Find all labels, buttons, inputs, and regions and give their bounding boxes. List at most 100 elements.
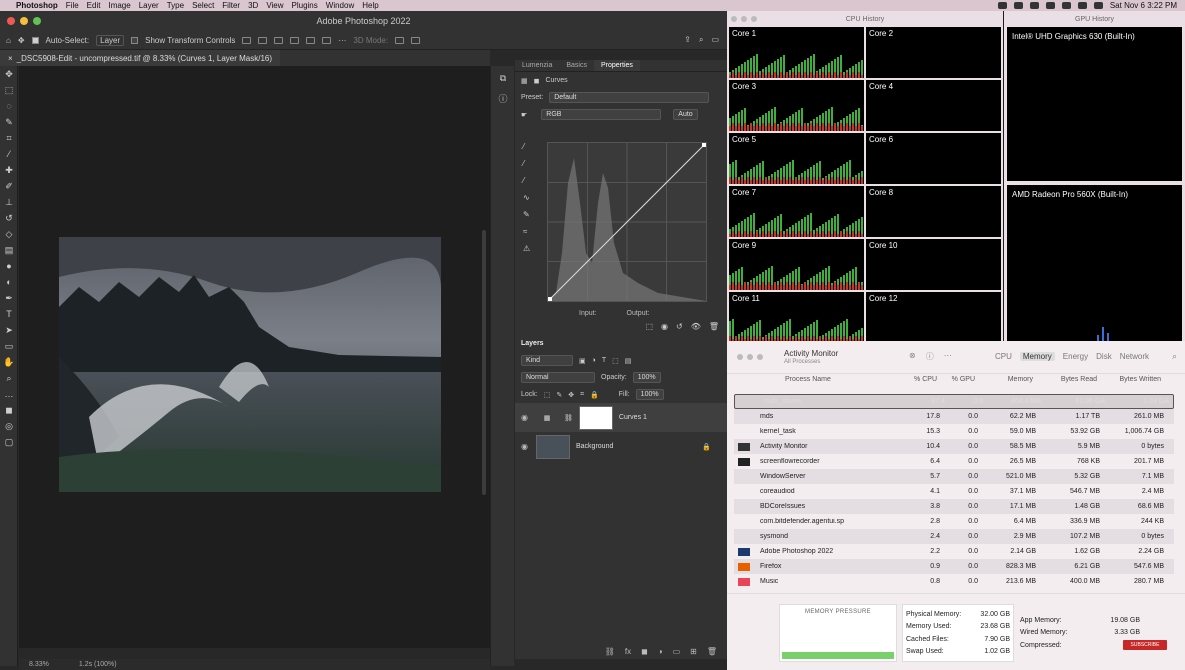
table-row[interactable]: Activity Monitor 10.4 0.0 58.5 MB 5.9 MB 0 by… [734,439,1174,454]
align-center-icon[interactable] [258,36,268,44]
canvas-area[interactable] [19,66,490,648]
crop-tool-icon[interactable]: ⌗ [0,130,18,146]
table-row[interactable]: kernel_task 15.3 0.0 59.0 MB 53.92 GB 1,006.7… [734,424,1174,439]
align-middle-icon[interactable] [306,36,316,44]
adjustment-icon[interactable]: ▦ [521,77,528,85]
table-row[interactable]: Adobe Photoshop 2022 2.2 0.0 2.14 GB 1.62 GB… [734,544,1174,559]
layer-name[interactable]: Curves 1 [619,414,647,421]
tab-properties[interactable]: Properties [593,60,640,71]
menu-3d[interactable]: 3D [248,1,266,10]
align-top-icon[interactable] [290,36,300,44]
tab-basics[interactable]: Basics [559,60,594,71]
view-previous-icon[interactable]: ◉ [661,322,668,331]
color-swatches-icon[interactable]: ◼ [0,402,18,418]
table-row[interactable]: mds 17.8 0.0 62.2 MB 1.17 TB 261.0 MB [734,409,1174,424]
pixel-filter-icon[interactable]: ▣ [579,357,586,365]
menu-filter[interactable]: Filter [222,1,248,10]
auto-button[interactable]: Auto [673,109,698,120]
table-row[interactable]: com.bitdefender.agentui.sp 2.8 0.0 6.4 MB 33… [734,514,1174,529]
search-icon[interactable]: ⌕ [1172,351,1177,362]
wifi-icon[interactable] [1045,2,1055,9]
kind-filter-dropdown[interactable]: Kind [521,355,573,366]
link-layers-icon[interactable]: ⛓ [605,647,615,656]
col-cpu[interactable]: % CPU [867,376,937,388]
lock-paint-icon[interactable]: ✎ [556,391,562,399]
lasso-tool-icon[interactable]: ◌ [0,98,18,114]
eye-icon[interactable]: ◉ [521,442,530,451]
menu-type[interactable]: Type [167,1,192,10]
fill-input[interactable]: 100% [635,389,664,400]
fx-icon[interactable]: fx [625,647,631,656]
menu-edit[interactable]: Edit [87,1,109,10]
workspace-icon[interactable]: ▭ [711,35,719,45]
gray-point-eyedropper-icon[interactable]: ⁄ [523,159,530,168]
path-select-icon[interactable]: ➤ [0,322,18,338]
reset-icon[interactable]: ↺ [676,322,683,331]
table-row[interactable]: WindowServer 5.7 0.0 521.0 MB 5.32 GB 7.1 MB [734,469,1174,484]
auto-select-checkbox[interactable] [31,36,39,44]
smooth-icon[interactable]: ≈ [523,227,530,236]
clipping-warning-icon[interactable]: ⚠ [523,244,530,253]
auto-select-dropdown[interactable]: Layer [96,34,125,46]
stamp-tool-icon[interactable]: ⊥ [0,194,18,210]
menu-layer[interactable]: Layer [139,1,167,10]
creative-cloud-icon[interactable] [1029,2,1039,9]
lock-position-icon[interactable]: ✥ [568,391,574,399]
eyedropper-tool-icon[interactable]: ⁄ [0,146,18,162]
shape-tool-icon[interactable]: ▭ [0,338,18,354]
blend-mode-dropdown[interactable]: Normal [521,372,595,383]
align-left-icon[interactable] [242,36,252,44]
align-right-icon[interactable] [274,36,284,44]
history-panel-icon[interactable]: ⧉ [491,70,515,86]
canvas-vertical-scrollbar[interactable] [482,230,486,495]
menu-clock[interactable]: Sat Nov 6 3:22 PM [1110,1,1177,10]
eye-icon[interactable]: ◉ [521,413,530,422]
close-tab-icon[interactable]: × [8,54,13,63]
menu-select[interactable]: Select [192,1,222,10]
menu-app-name[interactable]: Photoshop [16,1,66,10]
background-thumbnail[interactable] [536,434,570,459]
col-memory[interactable]: Memory [975,376,1033,388]
document-tab[interactable]: × _DSC5908-Edit - uncompressed.tif @ 8.3… [0,50,281,66]
gradient-tool-icon[interactable]: ▤ [0,242,18,258]
tab-cpu[interactable]: CPU [995,352,1012,361]
search-icon[interactable] [1077,2,1087,9]
table-row[interactable]: Music 0.8 0.0 213.6 MB 400.0 MB 280.7 MB [734,574,1174,589]
layer-row-curves[interactable]: ◉ ▦ ⛓ Curves 1 [515,403,727,432]
more-tools-icon[interactable]: … [0,386,18,402]
lock-artboard-icon[interactable]: ⌗ [580,391,584,399]
pencil-tool-icon[interactable]: ✎ [523,210,530,219]
preset-dropdown[interactable]: Default [549,92,710,103]
black-point-eyedropper-icon[interactable]: ⁄ [523,142,530,151]
table-row[interactable]: Firefox 0.9 0.0 828.3 MB 6.21 GB 547.6 MB [734,559,1174,574]
target-adjust-icon[interactable]: ☛ [521,111,527,119]
white-point-eyedropper-icon[interactable]: ⁄ [523,176,530,185]
delete-layer-icon[interactable]: 🗑 [707,647,717,656]
tab-memory[interactable]: Memory [1019,352,1055,361]
visibility-icon[interactable]: 👁 [691,322,701,331]
healing-tool-icon[interactable]: ✚ [0,162,18,178]
layer-row-background[interactable]: ◉ Background 🔒 [515,432,727,461]
col-gpu[interactable]: % GPU [937,376,975,388]
opacity-input[interactable]: 100% [632,372,661,383]
menu-file[interactable]: File [66,1,87,10]
share-icon[interactable]: ⇪ [684,35,691,45]
tab-energy[interactable]: Energy [1063,352,1088,361]
menu-image[interactable]: Image [108,1,138,10]
zoom-tool-icon[interactable]: ⌕ [0,370,18,386]
layer-mask-thumbnail[interactable] [578,405,613,430]
zoom-button[interactable] [757,354,763,360]
table-row[interactable]: mds_stores 87.4 0.0 466.4 MB 61.96 GB 1.33 GB [734,394,1174,409]
mask-icon[interactable]: ◼ [534,77,540,85]
pen-tool-icon[interactable]: ✒ [0,290,18,306]
smart-filter-icon[interactable]: ▤ [625,357,632,365]
move-tool-icon[interactable]: ✥ [18,36,25,45]
channel-dropdown[interactable]: RGB [541,109,662,120]
link-icon[interactable]: ⛓ [564,414,573,422]
type-tool-icon[interactable]: T [0,306,18,322]
quick-select-tool-icon[interactable]: ✎ [0,114,18,130]
table-row[interactable]: screenflowrecorder 6.4 0.0 26.5 MB 768 KB 201… [734,454,1174,469]
control-center-icon[interactable] [1093,2,1103,9]
subscribe-badge[interactable]: SUBSCRIBE [1123,640,1167,650]
delete-icon[interactable]: 🗑 [709,322,719,331]
